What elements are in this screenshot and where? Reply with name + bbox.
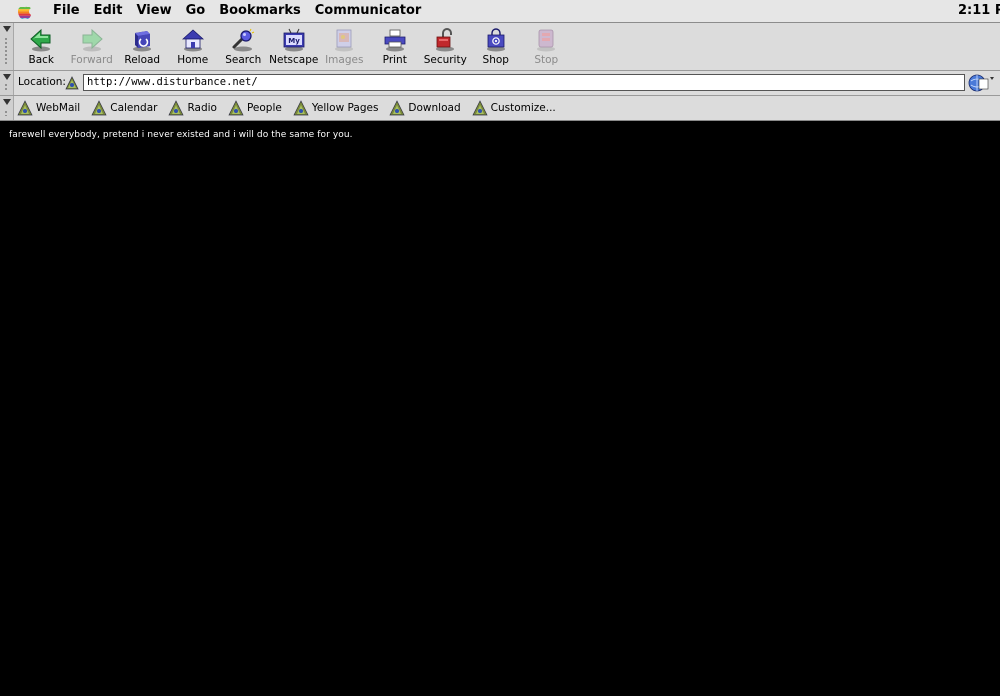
collapse-triangle-icon[interactable] <box>3 26 11 32</box>
menu-view[interactable]: View <box>129 0 178 22</box>
forward-button[interactable]: Forward <box>67 25 118 68</box>
security-lock-icon <box>436 28 455 52</box>
back-arrow-icon <box>30 28 51 52</box>
bookmark-label: People <box>246 102 282 114</box>
forward-button-label: Forward <box>70 54 113 66</box>
whats-related-icon[interactable] <box>967 73 995 93</box>
netscape-icon: My <box>283 28 305 52</box>
grip-dots <box>4 110 9 116</box>
back-button-label: Back <box>28 54 55 66</box>
search-button-label: Search <box>225 54 262 66</box>
bookmark-label: WebMail <box>36 102 81 114</box>
reload-button-label: Reload <box>124 54 161 66</box>
security-button[interactable]: Security <box>420 25 471 68</box>
bookmark-calendar[interactable]: Calendar <box>90 98 157 118</box>
reload-icon <box>133 31 152 52</box>
personal-collapse-grip[interactable] <box>0 96 14 120</box>
security-button-label: Security <box>423 54 467 66</box>
home-button[interactable]: Home <box>168 25 219 68</box>
print-button-label: Print <box>382 54 407 66</box>
bookmark-customize[interactable]: Customize... <box>471 98 556 118</box>
navigation-toolbar: Back Forward Reload Home Search My Netsc… <box>0 23 1000 71</box>
menu-communicator[interactable]: Communicator <box>308 0 429 22</box>
back-button[interactable]: Back <box>16 25 67 68</box>
images-button[interactable]: Images <box>319 25 370 68</box>
bookmark-link-icon <box>91 100 107 116</box>
shop-bag-icon <box>486 28 505 52</box>
bookmark-link-icon <box>228 100 244 116</box>
reload-button[interactable]: Reload <box>117 25 168 68</box>
page-message: farewell everybody, pretend i never exis… <box>9 130 353 140</box>
netscape-button[interactable]: My Netscape <box>269 25 320 68</box>
stop-icon <box>537 29 556 52</box>
bookmark-label: Yellow Pages <box>311 102 379 114</box>
location-collapse-grip[interactable] <box>0 71 14 95</box>
bookmark-label: Customize... <box>490 102 556 114</box>
shop-button[interactable]: Shop <box>471 25 522 68</box>
bookmark-people[interactable]: People <box>227 98 282 118</box>
grip-dots <box>4 83 9 91</box>
menu-file[interactable]: File <box>46 0 87 22</box>
page-proxy-icon[interactable] <box>63 74 81 92</box>
menu-bar: File Edit View Go Bookmarks Communicator… <box>0 0 1000 23</box>
netscape-button-label: Netscape <box>269 54 319 66</box>
home-icon <box>181 29 204 52</box>
print-button[interactable]: Print <box>370 25 421 68</box>
menu-go[interactable]: Go <box>179 0 213 22</box>
images-button-label: Images <box>325 54 364 66</box>
bookmark-link-icon <box>389 100 405 116</box>
location-bar: Location: <box>0 71 1000 96</box>
toolbar-collapse-grip[interactable] <box>0 23 14 70</box>
svg-text:My: My <box>288 37 300 45</box>
bookmark-webmail[interactable]: WebMail <box>16 98 80 118</box>
images-icon <box>335 29 354 52</box>
location-url-input[interactable] <box>83 74 965 91</box>
forward-arrow-icon <box>82 28 103 52</box>
collapse-triangle-icon[interactable] <box>3 99 11 105</box>
page-content: farewell everybody, pretend i never exis… <box>0 121 1000 696</box>
print-icon <box>384 29 406 52</box>
menu-bookmarks[interactable]: Bookmarks <box>212 0 308 22</box>
search-button[interactable]: Search <box>218 25 269 68</box>
bookmark-radio[interactable]: Radio <box>167 98 217 118</box>
bookmark-link-icon <box>17 100 33 116</box>
bookmark-link-icon <box>168 100 185 116</box>
bookmark-link-icon <box>472 100 488 116</box>
location-label: Location: <box>18 76 66 88</box>
search-icon <box>232 28 255 52</box>
bookmark-download[interactable]: Download <box>388 98 461 118</box>
menubar-clock[interactable]: 2:11 PM <box>958 0 1000 22</box>
menu-edit[interactable]: Edit <box>87 0 130 22</box>
bookmark-label: Calendar <box>110 102 158 114</box>
personal-toolbar: WebMail Calendar Radio People Yellow Pag… <box>0 96 1000 121</box>
bookmark-label: Radio <box>187 102 217 114</box>
bookmark-label: Download <box>408 102 461 114</box>
shop-button-label: Shop <box>482 54 509 66</box>
collapse-triangle-icon[interactable] <box>3 74 11 80</box>
home-button-label: Home <box>177 54 209 66</box>
apple-logo-icon[interactable] <box>16 2 34 20</box>
stop-button[interactable]: Stop <box>521 25 572 68</box>
grip-dots <box>4 37 9 66</box>
stop-button-label: Stop <box>534 54 559 66</box>
bookmark-yellow-pages[interactable]: Yellow Pages <box>292 98 379 118</box>
bookmark-link-icon <box>293 100 309 116</box>
